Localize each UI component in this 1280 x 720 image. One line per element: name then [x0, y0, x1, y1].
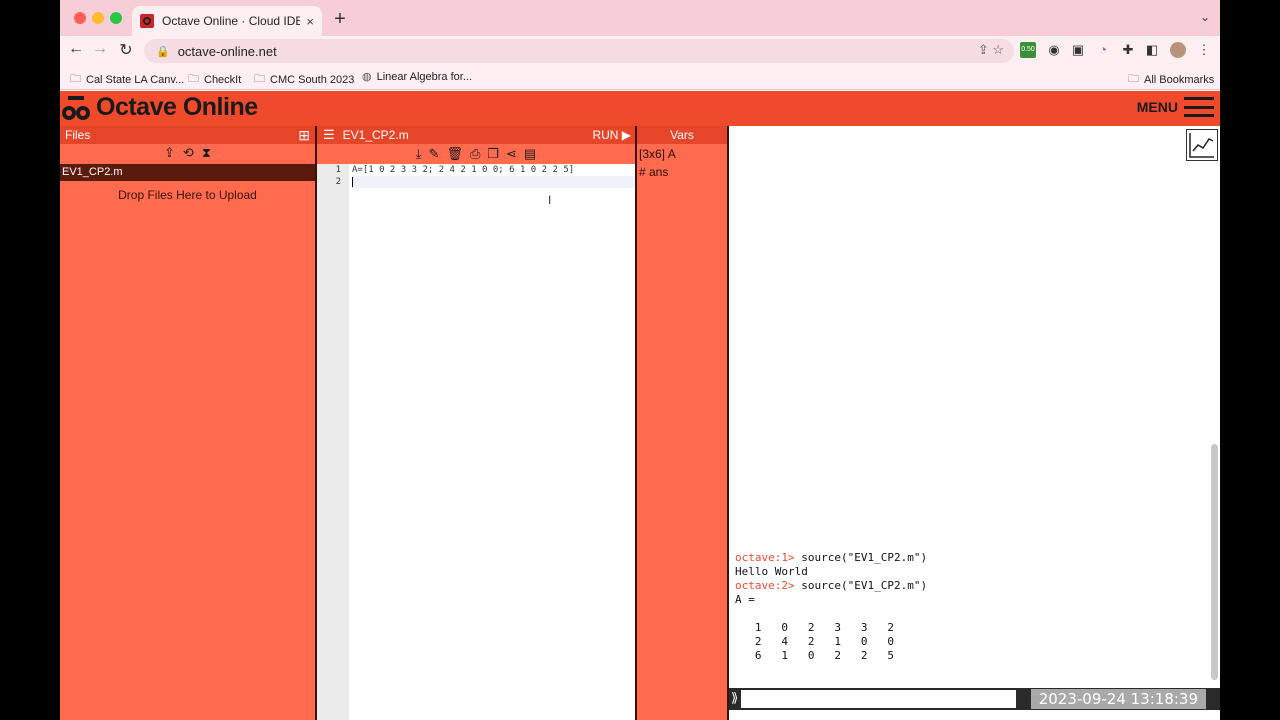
close-window-button[interactable]: [74, 12, 86, 24]
upload-dropzone[interactable]: Drop Files Here to Upload: [60, 188, 315, 202]
share-icon[interactable]: ⋖: [506, 146, 517, 162]
console-output-line: Hello World: [735, 565, 808, 578]
folder-icon: 🗀: [254, 73, 265, 85]
new-tab-button[interactable]: +: [328, 8, 352, 31]
tab-strip: Octave Online · Cloud IDE com × + ⌄: [60, 0, 1220, 36]
command-prompt-icon: ⟫: [731, 690, 739, 705]
maximize-window-button[interactable]: [110, 12, 122, 24]
editor-panel: ☰ EV1_CP2.m RUN ▶ ⤓ ✎ 🗑 ⎙ ❐ ⋖ ▤ 1 2 A=[1…: [317, 126, 635, 720]
files-header: Files ⊞: [60, 126, 315, 144]
hamburger-icon: [1184, 97, 1214, 117]
code-line-active[interactable]: [352, 176, 635, 188]
console-prompt: octave:2>: [735, 579, 795, 592]
console-panel: octave:1> source("EV1_CP2.m") Hello Worl…: [729, 126, 1220, 720]
file-item-ev1-cp2[interactable]: EV1_CP2.m: [60, 164, 315, 181]
minimize-window-button[interactable]: [92, 12, 104, 24]
globe-icon: ◍: [362, 71, 372, 83]
upload-icon[interactable]: ⇪: [164, 145, 175, 163]
console-scrollbar[interactable]: [1211, 444, 1218, 680]
var-item-ans[interactable]: # ans: [639, 165, 668, 179]
forward-arrow-icon[interactable]: →: [90, 40, 110, 58]
ibeam-cursor-icon: I: [548, 193, 552, 207]
editor-header: ☰ EV1_CP2.m RUN ▶: [317, 126, 635, 144]
extensions-puzzle-icon[interactable]: ✚: [1120, 42, 1136, 58]
bookmark-item[interactable]: 🗀 Cal State LA Canv...: [70, 70, 184, 89]
app-header: Octave Online MENU: [60, 91, 1220, 126]
files-title: Files: [65, 128, 91, 142]
code-line[interactable]: A=[1 0 2 3 3 2; 2 4 2 1 0 0; 6 1 0 2 2 5…: [352, 164, 635, 176]
tab-close-icon[interactable]: ×: [306, 14, 314, 29]
extension-icon[interactable]: ◉: [1046, 42, 1062, 58]
line-number-gutter: 1 2: [317, 164, 349, 720]
var-item-a[interactable]: [3x6] A: [639, 147, 676, 161]
bookmark-item[interactable]: 🗀 CheckIt: [188, 70, 241, 89]
line-number: 2: [335, 177, 341, 187]
files-panel: Files ⊞ ⇪ ⟲ ⧗ EV1_CP2.m Drop Files Here …: [60, 126, 315, 720]
browser-toolbar: ← → ↻ 🔒 octave-online.net ⇪ ☆ 0.50 ◉ ▣ ◔…: [60, 36, 1220, 64]
tab-search-chevron-icon[interactable]: ⌄: [1200, 10, 1210, 24]
side-panel-icon[interactable]: ◧: [1144, 42, 1160, 58]
main-menu-button[interactable]: MENU: [1137, 97, 1214, 117]
text-cursor: [352, 176, 353, 187]
address-bar[interactable]: 🔒 octave-online.net ⇪ ☆: [144, 39, 1014, 63]
browser-window: Octave Online · Cloud IDE com × + ⌄ ← → …: [60, 0, 1220, 720]
console-prompt: octave:1>: [735, 551, 795, 564]
matrix-row: 2 4 2 1 0 0: [735, 635, 894, 648]
vars-title: Vars: [670, 128, 694, 142]
console-output-line: A =: [735, 593, 755, 606]
console-command: source("EV1_CP2.m"): [794, 551, 928, 564]
command-input[interactable]: [741, 690, 1016, 708]
delete-trash-icon[interactable]: 🗑: [446, 146, 463, 162]
timestamp-overlay: 2023-09-24 13:18:39: [1030, 689, 1206, 709]
lock-icon: 🔒: [156, 45, 170, 58]
line-number: 1: [335, 165, 341, 175]
code-editor[interactable]: A=[1 0 2 3 3 2; 2 4 2 1 0 0; 6 1 0 2 2 5…: [349, 164, 635, 188]
extension-badge-icon[interactable]: 0.50: [1020, 42, 1036, 58]
extension-c-icon[interactable]: ◔: [1095, 42, 1111, 58]
hourglass-icon[interactable]: ⧗: [202, 145, 211, 163]
reload-icon[interactable]: ↻: [116, 40, 136, 60]
folder-icon: 🗀: [70, 73, 81, 85]
command-row: ⟫ 2023-09-24 13:18:39: [729, 688, 1220, 710]
extension-tile-icon[interactable]: ▣: [1070, 42, 1086, 58]
print-icon[interactable]: ⎙: [470, 146, 480, 162]
console-command: source("EV1_CP2.m"): [794, 579, 928, 592]
browser-menu-icon[interactable]: ⋮: [1196, 42, 1212, 58]
vars-panel: Vars [3x6] A # ans: [637, 126, 727, 720]
editor-toolbar: ⤓ ✎ 🗑 ⎙ ❐ ⋖ ▤: [317, 144, 635, 164]
bookmarks-bar: 🗀 Cal State LA Canv... 🗀 CheckIt 🗀 CMC Sout…: [60, 64, 1220, 90]
console-output: octave:1> source("EV1_CP2.m") Hello Worl…: [735, 551, 927, 663]
url-text: octave-online.net: [177, 43, 277, 59]
matrix-row: 6 1 0 2 2 5: [735, 649, 894, 662]
back-arrow-icon[interactable]: ←: [66, 40, 86, 58]
editor-filename: EV1_CP2.m: [342, 128, 409, 142]
bookmark-item[interactable]: ◍ Linear Algebra for...: [362, 70, 472, 84]
bookmark-item[interactable]: 🗀 CMC South 2023: [254, 70, 354, 89]
save-icon[interactable]: ▤: [524, 146, 536, 162]
browser-tab[interactable]: Octave Online · Cloud IDE com ×: [132, 6, 322, 36]
refresh-icon[interactable]: ⟲: [183, 145, 194, 163]
new-file-icon[interactable]: ⊞: [298, 127, 310, 144]
bookmark-star-icon[interactable]: ⇪ ☆: [978, 42, 1004, 58]
octave-logo-icon: [62, 94, 92, 122]
duplicate-icon[interactable]: ❐: [487, 146, 499, 162]
tab-title: Octave Online · Cloud IDE com: [162, 14, 301, 28]
octave-online-logo[interactable]: Octave Online: [62, 93, 258, 122]
editor-menu-icon[interactable]: ☰: [323, 127, 335, 143]
run-button[interactable]: RUN ▶: [592, 128, 631, 142]
octave-favicon-icon: [140, 14, 154, 28]
all-bookmarks[interactable]: 🗀 All Bookmarks: [1128, 70, 1214, 89]
download-icon[interactable]: ⤓: [416, 146, 422, 162]
folder-icon: 🗀: [188, 73, 199, 85]
rename-pencil-icon[interactable]: ✎: [429, 146, 440, 162]
file-toolbar: ⇪ ⟲ ⧗: [60, 145, 315, 163]
profile-avatar[interactable]: [1170, 42, 1186, 58]
vars-header: Vars: [637, 126, 727, 144]
plot-chart-icon[interactable]: [1186, 129, 1218, 161]
folder-icon: 🗀: [1128, 73, 1139, 85]
matrix-row: 1 0 2 3 3 2: [735, 621, 894, 634]
